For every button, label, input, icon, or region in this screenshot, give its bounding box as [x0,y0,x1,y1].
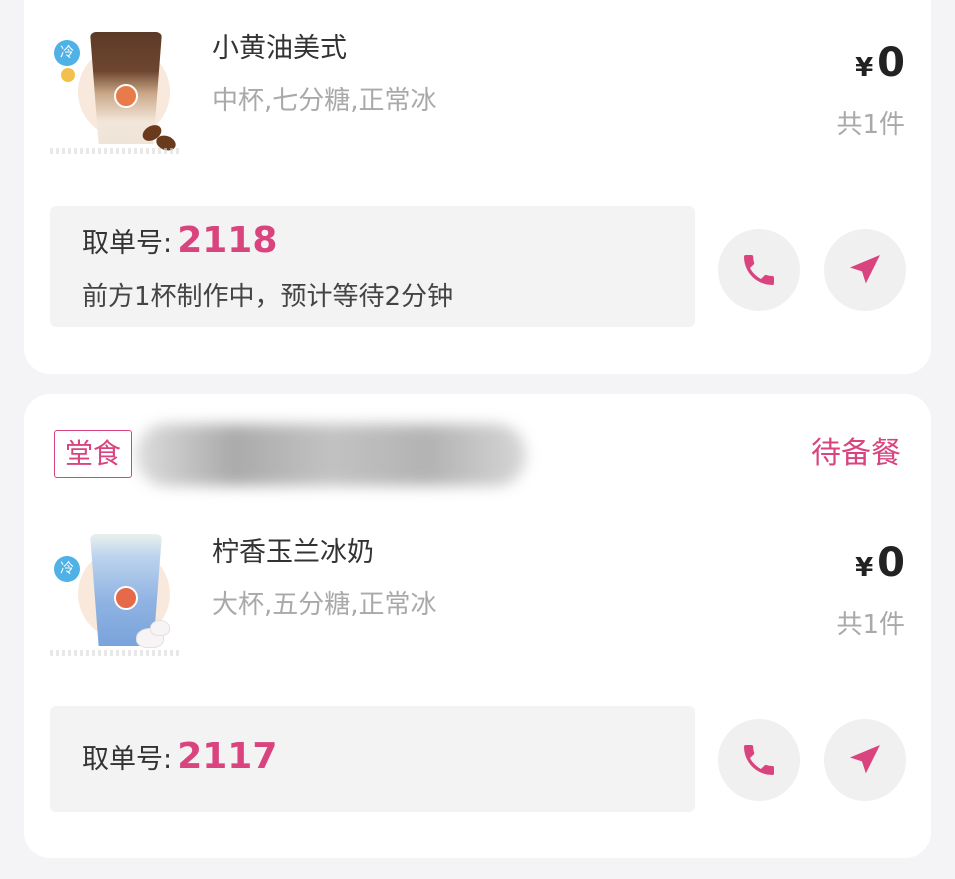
pickup-label: 取单号: [82,228,173,259]
currency-symbol: ¥ [855,53,874,83]
price: ¥0 [855,540,905,586]
redacted-store-name [136,424,526,486]
call-store-button[interactable] [718,719,800,801]
quantity: 共1件 [836,610,905,640]
order-card[interactable]: 冷 小黄油美式 中杯,七分糖,正常冰 ¥0 共1件 取单号: 2118 前方1杯… [24,0,931,374]
phone-icon [744,745,774,775]
phone-icon [744,255,774,285]
product-image: 冷 [50,26,180,156]
temperature-sub-icon [61,68,75,82]
call-store-button[interactable] [718,229,800,311]
pickup-number-line: 取单号: 2118 [82,220,277,261]
wait-time-text: 前方1杯制作中，预计等待2分钟 [82,282,454,312]
navigate-button[interactable] [824,229,906,311]
price-value: 0 [877,40,905,86]
order-status: 待备餐 [811,436,901,471]
product-name: 小黄油美式 [212,33,347,64]
navigation-arrow-icon [850,255,880,284]
order-card[interactable]: 堂食 待备餐 冷 柠香玉兰冰奶 大杯,五分糖,正常冰 ¥0 共1件 取单号: 2… [24,394,931,858]
quantity: 共1件 [836,110,905,140]
currency-symbol: ¥ [855,553,874,583]
pickup-number: 2118 [177,220,278,261]
dine-in-tag: 堂食 [54,430,133,478]
pickup-info-box: 取单号: 2117 [50,706,695,812]
product-spec: 中杯,七分糖,正常冰 [212,86,437,116]
cold-badge-icon: 冷 [54,556,80,582]
cold-badge-icon: 冷 [54,40,80,66]
navigate-button[interactable] [824,719,906,801]
pickup-label: 取单号: [82,744,173,775]
navigation-arrow-icon [850,745,880,774]
product-spec: 大杯,五分糖,正常冰 [212,590,437,620]
pickup-number-line: 取单号: 2117 [82,736,277,777]
pickup-number: 2117 [177,736,278,777]
price-value: 0 [877,540,905,586]
pickup-info-box: 取单号: 2118 前方1杯制作中，预计等待2分钟 [50,206,695,327]
product-image: 冷 [50,528,180,658]
price: ¥0 [855,40,905,86]
product-name: 柠香玉兰冰奶 [212,537,374,568]
